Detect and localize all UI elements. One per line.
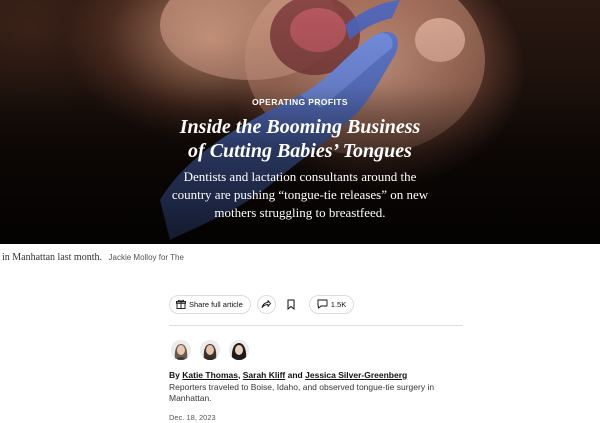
comment-icon xyxy=(317,299,328,309)
author-photo-icon xyxy=(171,340,191,360)
dek-line: mothers struggling to breastfeed. xyxy=(214,205,386,220)
avatar[interactable] xyxy=(171,340,191,360)
share-arrow-icon xyxy=(261,300,272,308)
summary-dek: Dentists and lactation consultants aroun… xyxy=(160,168,440,222)
comments-count: 1.5K xyxy=(330,299,347,309)
hero-image: OPERATING PROFITS Inside the Booming Bus… xyxy=(0,0,600,244)
share-full-article-button[interactable]: Share full article xyxy=(169,294,251,314)
caption-text: in Manhattan last month. xyxy=(2,252,102,263)
byline-and: and xyxy=(287,370,303,380)
avatar[interactable] xyxy=(229,340,249,360)
kicker: OPERATING PROFITS xyxy=(252,97,348,107)
byline-prefix: By xyxy=(169,370,180,380)
author-link[interactable]: Jessica Silver-Greenberg xyxy=(305,370,407,380)
share-full-article-label: Share full article xyxy=(189,299,243,309)
headline: Inside the Booming Business of Cutting B… xyxy=(130,115,470,163)
avatar[interactable] xyxy=(200,340,220,360)
reporting-note: Reporters traveled to Boise, Idaho, and … xyxy=(169,382,435,403)
byline-separator: , xyxy=(238,370,241,380)
author-link[interactable]: Katie Thomas xyxy=(182,370,238,380)
author-photo-icon xyxy=(229,340,249,360)
author-link[interactable]: Sarah Kliff xyxy=(243,370,286,380)
author-photo-icon xyxy=(200,340,220,360)
divider xyxy=(169,325,463,326)
author-avatars xyxy=(171,340,258,360)
photo-caption: in Manhattan last month. Jackie Molloy f… xyxy=(2,252,184,263)
gift-icon xyxy=(176,299,186,309)
dek-line: Dentists and lactation consultants aroun… xyxy=(183,169,417,184)
byline: By Katie Thomas, Sarah Kliff and Jessica… xyxy=(169,370,407,380)
publish-date: Dec. 18, 2023 xyxy=(169,413,216,422)
headline-line: Inside the Booming Business xyxy=(179,116,421,138)
photo-credit: Jackie Molloy for The xyxy=(108,253,184,262)
dek-line: country are pushing “tongue-tie releases… xyxy=(171,187,429,202)
article-toolbar: Share full article 1.5K xyxy=(169,294,355,314)
comments-button[interactable]: 1.5K xyxy=(308,294,355,314)
share-button[interactable] xyxy=(256,294,276,314)
save-bookmark-button[interactable] xyxy=(281,294,301,314)
bookmark-icon xyxy=(287,299,295,310)
headline-line: of Cutting Babies’ Tongues xyxy=(188,140,412,162)
